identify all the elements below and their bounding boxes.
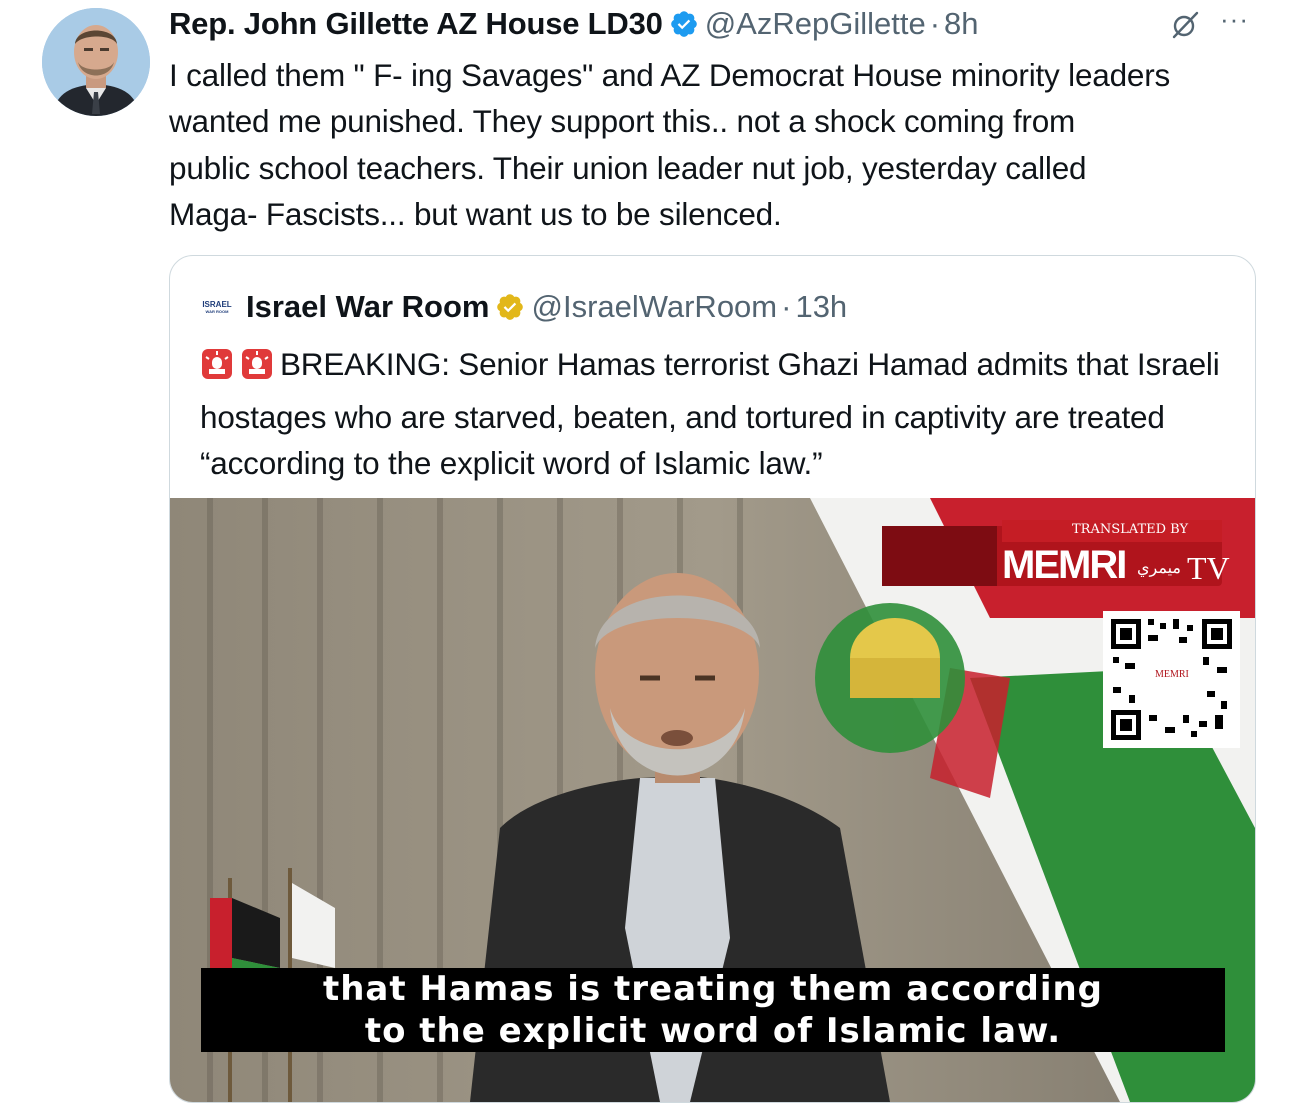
quoted-author-handle[interactable]: @IsraelWarRoom	[531, 289, 777, 325]
more-icon[interactable]: ···	[1220, 4, 1249, 35]
watermark-translated: TRANSLATED BY	[1072, 522, 1189, 537]
subtitle-line-2: to the explicit word of Islamic law.	[364, 1011, 1062, 1051]
quoted-tweet-card[interactable]: ISRAEL WAR ROOM Israel War Room @IsraelW…	[169, 255, 1256, 1103]
subtitle-line-1: that Hamas is treating them according	[322, 969, 1104, 1009]
quoted-text-content: BREAKING: Senior Hamas terrorist Ghazi H…	[200, 346, 1220, 481]
quoted-tweet-header: ISRAEL WAR ROOM Israel War Room @IsraelW…	[200, 286, 847, 328]
verified-badge-icon[interactable]	[669, 9, 699, 39]
watermark-tv: TV	[1187, 550, 1230, 586]
qr-label: MEMRI	[1155, 669, 1189, 680]
avatar-image	[42, 8, 150, 116]
author-handle[interactable]: @AzRepGillette	[705, 6, 926, 42]
meta-separator: ·	[781, 289, 792, 324]
watermark-brand: MEMRI	[1002, 543, 1127, 587]
siren-icon	[200, 347, 234, 394]
memri-watermark: TRANSLATED BY MEMRI ميمري TV	[882, 508, 1230, 590]
logo-text-top: ISRAEL	[202, 299, 232, 309]
quoted-author-name[interactable]: Israel War Room	[246, 289, 489, 325]
quoted-tweet-text: BREAKING: Senior Hamas terrorist Ghazi H…	[200, 341, 1230, 487]
watermark-arabic: ميمري	[1137, 560, 1181, 577]
tweet-text: I called them " F- ing Savages" and AZ D…	[169, 57, 1171, 232]
video-player[interactable]: TRANSLATED BY MEMRI ميمري TV MEMRI that …	[170, 498, 1255, 1102]
tweet-timestamp[interactable]: 8h	[944, 6, 978, 42]
quoted-timestamp[interactable]: 13h	[795, 289, 847, 325]
grok-icon[interactable]	[1170, 10, 1200, 45]
quoted-author-avatar[interactable]: ISRAEL WAR ROOM	[200, 296, 234, 318]
author-name[interactable]: Rep. John Gillette AZ House LD30	[169, 6, 663, 42]
author-avatar[interactable]	[42, 8, 150, 116]
logo-text-bottom: WAR ROOM	[205, 308, 229, 314]
qr-code: MEMRI	[1103, 611, 1240, 748]
video-subtitle: that Hamas is treating them according to…	[201, 968, 1225, 1052]
siren-icon	[240, 347, 274, 394]
tweet-header: Rep. John Gillette AZ House LD30 @AzRepG…	[169, 2, 979, 46]
verified-badge-icon[interactable]	[495, 292, 525, 322]
meta-separator: ·	[929, 6, 941, 41]
